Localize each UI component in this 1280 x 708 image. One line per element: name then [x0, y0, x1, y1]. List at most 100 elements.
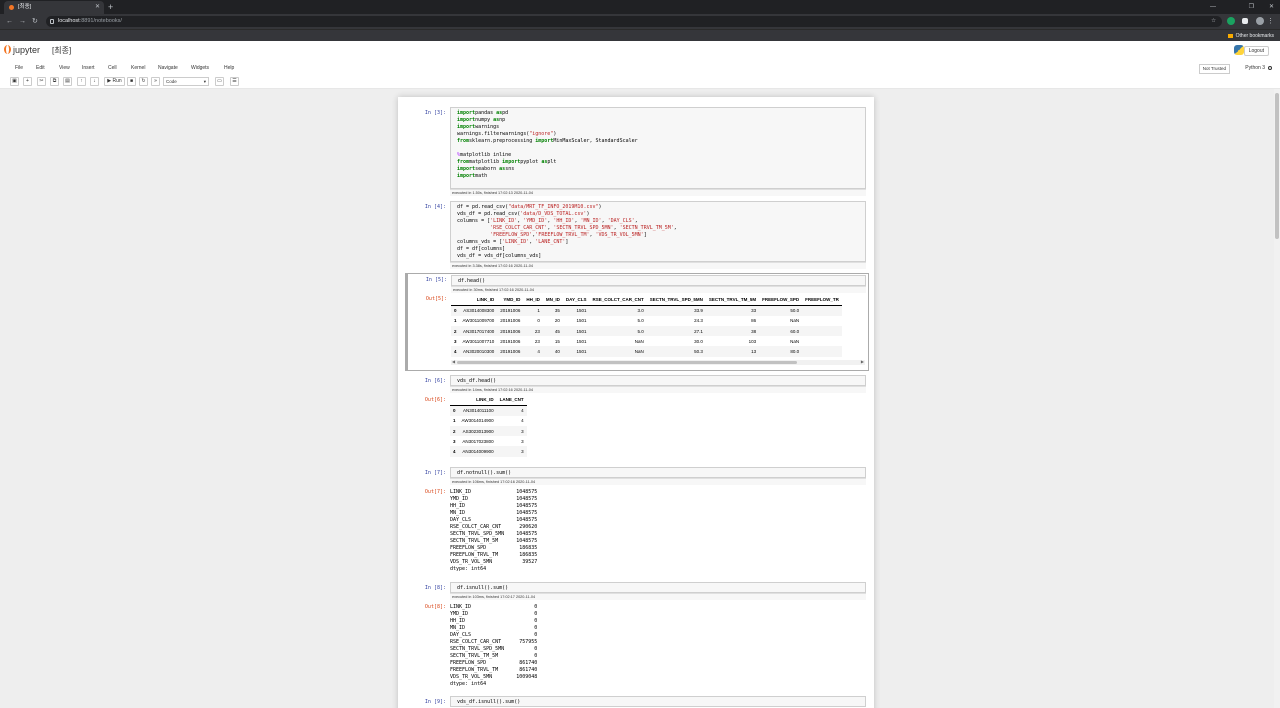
code-editor[interactable]: vds_df.head(): [450, 375, 866, 386]
table-row: 0 AS3014008300 20191006 1 35 1501 3.0 33.9 33 50.…: [451, 305, 842, 316]
menu-help[interactable]: Help: [224, 63, 234, 74]
menu-kernel[interactable]: Kernel: [131, 63, 145, 74]
bookmark-star-icon[interactable]: ☆: [1211, 16, 1216, 27]
menu-file[interactable]: File: [15, 63, 23, 74]
kernel-indicator: Python 3: [1245, 63, 1272, 74]
page-scrollbar[interactable]: [1274, 89, 1280, 708]
code-line: df = pd.read_csv("data/MRT_TF_INFO_2019M…: [457, 204, 859, 211]
insert-cell-button[interactable]: +: [23, 77, 32, 86]
code-cell[interactable]: In [7]: df.notnull().sum() executed in 1…: [404, 467, 868, 577]
table-cell: AS3014008300: [463, 308, 495, 314]
extension-icon[interactable]: [1227, 17, 1235, 25]
paste-button[interactable]: ▤: [63, 77, 72, 86]
menu-view[interactable]: View: [59, 63, 70, 74]
forward-icon[interactable]: →: [19, 15, 26, 28]
column-header: LANE_CNT: [496, 395, 527, 406]
cut-button[interactable]: ✂: [37, 77, 46, 86]
code-token: np: [499, 117, 506, 123]
menu-edit[interactable]: Edit: [36, 63, 45, 74]
puzzle-icon[interactable]: [1242, 18, 1248, 24]
selected-code-cell[interactable]: In [5]: df.head() executed in 30ms, fini…: [405, 273, 869, 371]
reload-icon[interactable]: ↻: [32, 15, 38, 28]
table-cell: 23: [534, 328, 540, 334]
notebook-name[interactable]: [최종]: [52, 45, 71, 56]
interrupt-button[interactable]: ■: [127, 77, 136, 86]
scrollbar-thumb[interactable]: [457, 361, 797, 364]
scrollbar-thumb[interactable]: [1275, 93, 1279, 239]
restart-run-all-button[interactable]: »: [151, 77, 160, 86]
folder-icon: [1227, 33, 1233, 38]
scroll-right-icon[interactable]: ▶: [861, 359, 864, 364]
row-index: 2: [453, 428, 456, 434]
copy-button[interactable]: ⧉: [50, 77, 59, 86]
horizontal-scrollbar[interactable]: ◀ ▶: [451, 359, 865, 365]
table-cell: [802, 316, 842, 326]
tab-title: [최종]: [18, 4, 32, 10]
table-cell: 4: [521, 408, 524, 414]
execution-time: executed in 3.38s, finished 17:02:16 202…: [450, 262, 866, 269]
logout-button[interactable]: Logout: [1243, 46, 1269, 56]
command-palette-button[interactable]: ▭: [215, 77, 224, 86]
code-token: 'FREEFLOW_TRVL_TM': [535, 232, 590, 238]
code-line: vds_df = pd.read_csv('data/D_VDS_TOTAL.c…: [457, 211, 859, 218]
back-icon[interactable]: ←: [6, 15, 13, 28]
browser-tab[interactable]: [최종] ✕: [4, 1, 104, 14]
code-editor[interactable]: importpandas aspd importnumpy asnp importw…: [450, 107, 866, 189]
code-editor[interactable]: vds_df.isnull().sum(): [450, 696, 866, 707]
code-editor[interactable]: df.notnull().sum(): [450, 467, 866, 478]
maximize-icon[interactable]: ❐: [1249, 1, 1254, 13]
menu-navigate[interactable]: Navigate: [158, 63, 178, 74]
restart-button[interactable]: ↻: [139, 77, 148, 86]
table-cell: 1501: [576, 318, 587, 324]
address-bar[interactable]: localhost:8891/notebooks/ ☆: [46, 16, 1222, 27]
code-cell[interactable]: In [4]: df = pd.read_csv("data/MRT_TF_IN…: [404, 201, 868, 269]
tab-close-icon[interactable]: ✕: [95, 1, 100, 14]
table-row: 1 AW3014014900 4: [450, 416, 527, 426]
code-editor[interactable]: df.head(): [451, 275, 866, 286]
table-cell: AN3017023800: [462, 438, 494, 444]
table-cell: [802, 326, 842, 336]
new-tab-button[interactable]: +: [108, 1, 113, 13]
code-line: df = df[columns]: [457, 246, 859, 253]
table-cell: 38: [751, 328, 757, 334]
window-close-icon[interactable]: ✕: [1269, 1, 1274, 13]
code-token: 'VDS_TR_VOL_5MN': [595, 232, 644, 238]
code-line: importnumpy asnp: [457, 117, 859, 124]
minimize-icon[interactable]: —: [1210, 1, 1216, 13]
menu-widgets[interactable]: Widgets: [191, 63, 209, 74]
move-up-button[interactable]: ↑: [77, 77, 86, 86]
table-cell: 3.0: [637, 308, 644, 314]
logo-text: jupyter: [13, 45, 41, 55]
execution-time: executed in 1.50s, finished 17:02:13 202…: [450, 189, 866, 196]
jupyter-logo[interactable]: jupyter: [4, 45, 40, 55]
code-token: ): [586, 211, 590, 217]
run-button[interactable]: ▶ Run: [104, 77, 125, 86]
code-token: df = df[columns]: [457, 246, 506, 252]
code-token: ]: [565, 239, 569, 245]
table-cell: 33.9: [694, 308, 703, 314]
code-cell[interactable]: In [3]: importpandas aspd importnumpy asn…: [404, 107, 868, 197]
cell-type-select[interactable]: Code: [163, 77, 209, 86]
toc-button[interactable]: ☰: [230, 77, 239, 86]
code-cell[interactable]: In [6]: vds_df.head() executed in 14ms, …: [404, 375, 868, 465]
table-row: 4 AN3020010300 20191006 4 40 1501 NaN 50.3 13 80.…: [451, 346, 842, 357]
move-down-button[interactable]: ↓: [90, 77, 99, 86]
code-cell[interactable]: In [8]: df.isnull().sum() executed in 10…: [404, 582, 868, 692]
menu-cell[interactable]: Cell: [108, 63, 117, 74]
code-token: vds_df = pd.read_csv(: [457, 211, 521, 217]
scroll-left-icon[interactable]: ◀: [452, 359, 455, 364]
table-cell: 4: [537, 349, 540, 355]
code-cell[interactable]: In [9]: vds_df.isnull().sum(): [404, 696, 868, 708]
jupyter-header: jupyter [최종] Logout File Edit View Inser…: [0, 41, 1280, 89]
menu-insert[interactable]: Insert: [82, 63, 95, 74]
code-editor[interactable]: df = pd.read_csv("data/MRT_TF_INFO_2019M…: [450, 201, 866, 262]
browser-menu-icon[interactable]: ⋮: [1267, 15, 1274, 28]
table-cell: 5.0: [637, 328, 644, 334]
save-button[interactable]: ▣: [10, 77, 19, 86]
code-editor[interactable]: df.isnull().sum(): [450, 582, 866, 593]
avatar[interactable]: [1256, 17, 1264, 25]
code-token: pd: [502, 110, 509, 116]
not-trusted-button[interactable]: Not Trusted: [1198, 64, 1230, 74]
notebook-container: In [3]: importpandas aspd importnumpy asn…: [398, 97, 874, 708]
